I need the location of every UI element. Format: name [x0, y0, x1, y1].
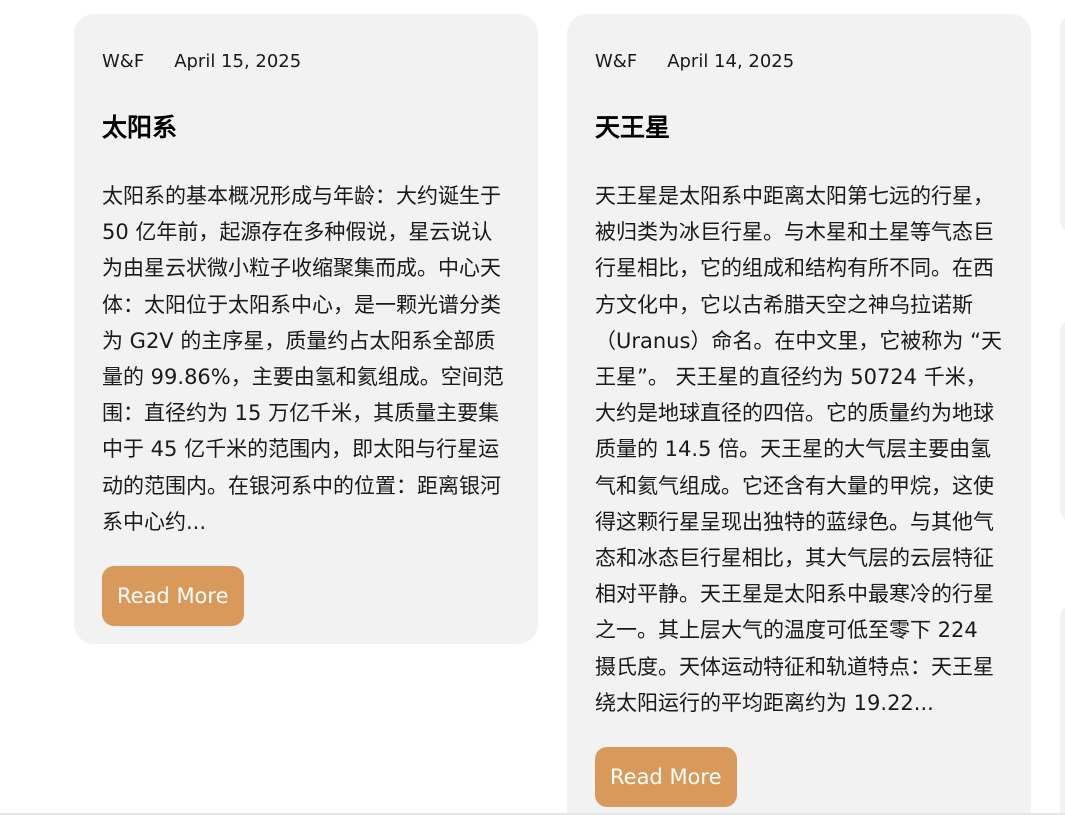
- post-excerpt: 太阳系的基本概况形成与年龄：大约诞生于 50 亿年前，起源存在多种假说，星云说认…: [102, 184, 504, 534]
- post-author[interactable]: W&F: [595, 50, 637, 74]
- post-meta: W&F April 15, 2025: [102, 50, 510, 74]
- post-title[interactable]: 太阳系: [102, 112, 510, 144]
- post-title[interactable]: 天王星: [595, 112, 1003, 144]
- blog-post-grid: W&F April 15, 2025 太阳系 太阳系的基本概况形成与年龄：大约诞…: [0, 0, 1065, 815]
- partial-post-card[interactable]: [1060, 14, 1065, 234]
- post-meta: W&F April 14, 2025: [595, 50, 1003, 74]
- partial-post-card[interactable]: [1060, 318, 1065, 523]
- post-excerpt: 天王星是太阳系中距离太阳第七远的行星，被归类为冰巨行星。与木星和土星等气态巨行星…: [595, 184, 1002, 715]
- post-card: W&F April 14, 2025 天王星 天王星是太阳系中距离太阳第七远的行…: [567, 14, 1031, 815]
- read-more-button[interactable]: Read More: [102, 566, 244, 627]
- post-date: April 14, 2025: [667, 51, 795, 72]
- partial-post-card[interactable]: [1060, 604, 1065, 815]
- read-more-button[interactable]: Read More: [595, 747, 737, 808]
- post-author[interactable]: W&F: [102, 50, 144, 74]
- post-card: W&F April 15, 2025 太阳系 太阳系的基本概况形成与年龄：大约诞…: [74, 14, 538, 644]
- post-date: April 15, 2025: [174, 51, 302, 72]
